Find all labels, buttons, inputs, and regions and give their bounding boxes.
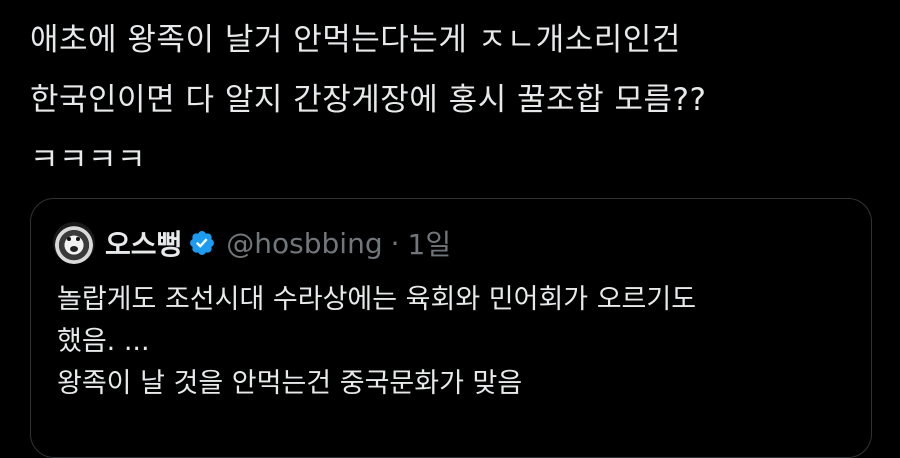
quoted-tweet-body: 놀랍게도 조선시대 수라상에는 육회와 민어회가 오르기도 했음. ... 왕족… [57,279,857,405]
tweet-line-2: 한국인이면 다 알지 간장게장에 홍시 꿀조합 모름?? [30,82,707,118]
tweet-line-1: 애초에 왕족이 날거 안먹는다는게 ㅈㄴ개소리인건 [30,22,681,58]
quoted-tweet-header: 오스뻥 @hosbbing · 1일 [53,219,451,267]
tweet-text: 애초에 왕족이 날거 안먹는다는게 ㅈㄴ개소리인건 한국인이면 다 알지 간장게… [30,10,880,190]
quoted-timestamp[interactable]: 1일 [408,223,452,263]
verified-badge-icon [190,231,215,255]
quoted-handle[interactable]: @hosbbing [226,227,382,260]
quoted-display-name[interactable]: 오스뻥 [105,223,182,263]
avatar[interactable] [53,222,95,264]
separator-dot: · [390,226,400,260]
quoted-line-1: 놀랍게도 조선시대 수라상에는 육회와 민어회가 오르기도 [57,284,697,315]
quoted-line-3: 왕족이 날 것을 안먹는건 중국문화가 맞음 [57,368,523,399]
quoted-line-2: 했음. ... [57,326,150,357]
tweet-line-3: ㅋㅋㅋㅋ [30,142,147,178]
quoted-tweet-card[interactable]: 오스뻥 @hosbbing · 1일 놀랍게도 조선시대 수라상에는 육회와 민… [30,198,872,458]
